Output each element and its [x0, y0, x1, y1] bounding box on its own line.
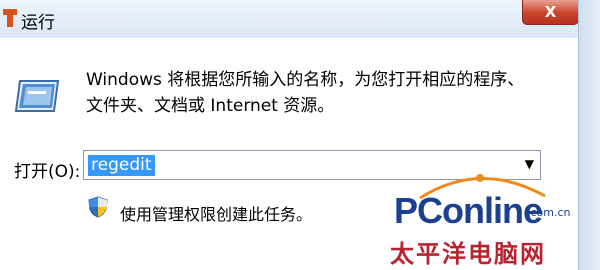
run-app-icon — [3, 9, 17, 27]
close-button[interactable]: X — [522, 0, 579, 25]
close-icon: X — [544, 3, 557, 21]
open-input[interactable]: regedit — [88, 155, 155, 176]
admin-note: 使用管理权限创建此任务。 — [120, 205, 313, 224]
window-title: 运行 — [21, 13, 55, 33]
watermark-brand: PConline — [394, 190, 543, 231]
description-line-2: 文件夹、文档或 Internet 资源。 — [86, 96, 335, 116]
description: Windows 将根据您所输入的名称，为您打开相应的程序、 文件夹、文档或 In… — [86, 67, 556, 119]
title-bar: 运行 X — [0, 0, 600, 39]
chevron-down-icon[interactable]: ▼ — [525, 157, 534, 171]
watermark-cn-name: 太平洋电脑网 — [390, 240, 546, 268]
open-label: 打开(O): — [14, 162, 81, 182]
watermark-domain: .com.cn — [527, 206, 571, 219]
watermark-logo: PConline .com.cn 太平洋电脑网 — [380, 174, 575, 268]
window-frame-right — [578, 0, 600, 270]
uac-shield-icon — [88, 196, 108, 218]
run-dialog-icon — [14, 80, 60, 112]
description-line-1: Windows 将根据您所输入的名称，为您打开相应的程序、 — [86, 70, 525, 90]
